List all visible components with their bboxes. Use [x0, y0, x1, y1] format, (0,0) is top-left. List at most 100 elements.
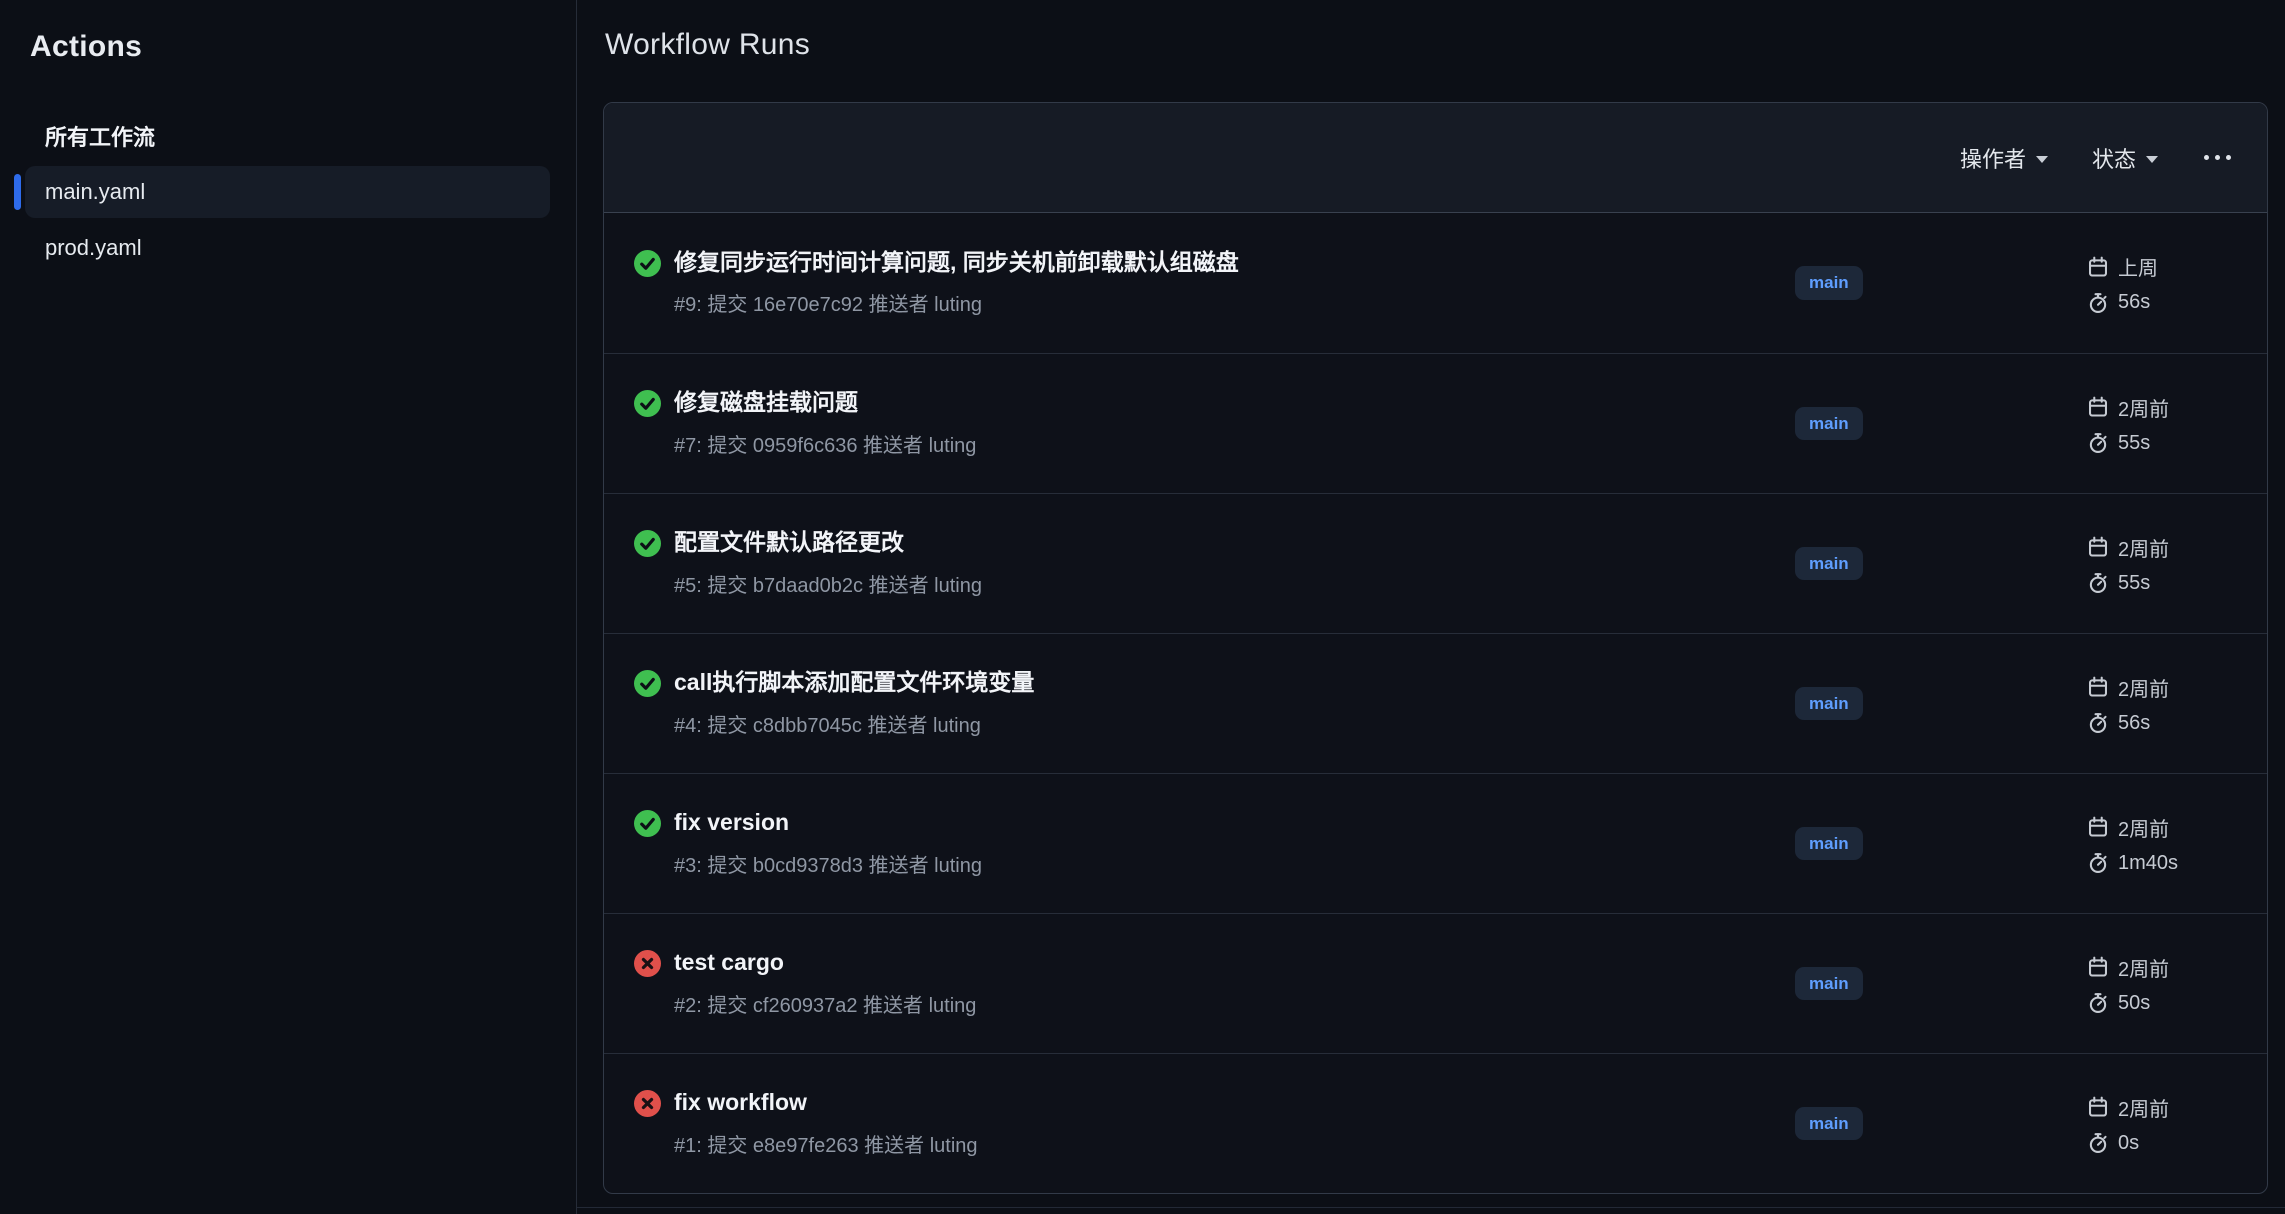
actor-filter-dropdown[interactable]: 操作者 — [1960, 142, 2048, 174]
run-duration: 55s — [2118, 572, 2150, 595]
sidebar-item-all-workflows[interactable]: 所有工作流 — [25, 110, 550, 162]
workflow-run-row[interactable]: fix version #3: 提交 b0cd9378d3 推送者 luting… — [604, 773, 2267, 913]
run-commit-info: #2: 提交 cf260937a2 推送者 luting — [674, 989, 976, 1018]
more-options-button[interactable] — [2202, 149, 2233, 166]
stopwatch-icon — [2087, 432, 2109, 454]
branch-badge[interactable]: main — [1795, 547, 1863, 580]
check-circle-icon — [634, 250, 661, 277]
stopwatch-icon — [2087, 1132, 2109, 1154]
run-date: 上周 — [2118, 252, 2158, 281]
chevron-down-icon — [2036, 156, 2048, 163]
status-filter-label: 状态 — [2092, 142, 2136, 174]
run-summary: fix version #3: 提交 b0cd9378d3 推送者 luting — [634, 809, 1795, 877]
run-meta: 2周前 50s — [2087, 953, 2237, 1015]
run-date: 2周前 — [2118, 673, 2169, 702]
x-circle-icon — [634, 950, 661, 977]
branch-badge[interactable]: main — [1795, 827, 1863, 860]
stopwatch-icon — [2087, 572, 2109, 594]
run-commit-info: #5: 提交 b7daad0b2c 推送者 luting — [674, 569, 982, 598]
run-title-link[interactable]: fix workflow — [674, 1089, 978, 1115]
run-meta: 2周前 55s — [2087, 533, 2237, 595]
run-summary: fix workflow #1: 提交 e8e97fe263 推送者 lutin… — [634, 1089, 1795, 1157]
run-commit-info: #1: 提交 e8e97fe263 推送者 luting — [674, 1129, 978, 1158]
check-circle-icon — [634, 390, 661, 417]
calendar-icon — [2087, 956, 2109, 978]
workflow-run-row[interactable]: 修复磁盘挂载问题 #7: 提交 0959f6c636 推送者 luting ma… — [604, 353, 2267, 493]
run-summary: test cargo #2: 提交 cf260937a2 推送者 luting — [634, 949, 1795, 1017]
run-summary: 修复磁盘挂载问题 #7: 提交 0959f6c636 推送者 luting — [634, 389, 1795, 457]
run-commit-info: #4: 提交 c8dbb7045c 推送者 luting — [674, 709, 1034, 738]
run-commit-info: #3: 提交 b0cd9378d3 推送者 luting — [674, 849, 982, 878]
sidebar-item-prod-yaml[interactable]: prod.yaml — [25, 222, 550, 274]
footer-divider — [577, 1207, 2285, 1208]
check-circle-icon — [634, 670, 661, 697]
run-meta: 2周前 55s — [2087, 393, 2237, 455]
page-title: Workflow Runs — [605, 28, 2268, 62]
run-duration: 56s — [2118, 291, 2150, 314]
branch-badge[interactable]: main — [1795, 407, 1863, 440]
stopwatch-icon — [2087, 292, 2109, 314]
run-duration: 1m40s — [2118, 852, 2178, 875]
run-date: 2周前 — [2118, 813, 2169, 842]
run-date: 2周前 — [2118, 1093, 2169, 1122]
run-title-link[interactable]: fix version — [674, 809, 982, 835]
workflow-run-row[interactable]: fix workflow #1: 提交 e8e97fe263 推送者 lutin… — [604, 1053, 2267, 1193]
run-title-link[interactable]: 配置文件默认路径更改 — [674, 529, 982, 555]
calendar-icon — [2087, 1096, 2109, 1118]
sidebar-item-label: 所有工作流 — [45, 120, 155, 152]
branch-badge[interactable]: main — [1795, 1107, 1863, 1140]
check-circle-icon — [634, 530, 661, 557]
run-summary: 配置文件默认路径更改 #5: 提交 b7daad0b2c 推送者 luting — [634, 529, 1795, 597]
run-meta: 上周 56s — [2087, 252, 2237, 314]
chevron-down-icon — [2146, 156, 2158, 163]
sidebar-item-label: prod.yaml — [45, 235, 142, 261]
run-date: 2周前 — [2118, 533, 2169, 562]
run-date: 2周前 — [2118, 393, 2169, 422]
run-list: 修复同步运行时间计算问题, 同步关机前卸载默认组磁盘 #9: 提交 16e70e… — [604, 213, 2267, 1193]
calendar-icon — [2087, 816, 2109, 838]
check-circle-icon — [634, 810, 661, 837]
run-date: 2周前 — [2118, 953, 2169, 982]
ellipsis-icon — [2204, 155, 2209, 160]
run-duration: 50s — [2118, 992, 2150, 1015]
calendar-icon — [2087, 536, 2109, 558]
status-filter-dropdown[interactable]: 状态 — [2092, 142, 2158, 174]
runs-panel: 操作者 状态 修复同步运行时间计算问题, 同步关机前卸载默认组磁 — [603, 102, 2268, 1194]
run-meta: 2周前 1m40s — [2087, 813, 2237, 875]
run-duration: 56s — [2118, 712, 2150, 735]
run-duration: 55s — [2118, 432, 2150, 455]
run-title-link[interactable]: test cargo — [674, 949, 976, 975]
run-title-link[interactable]: call执行脚本添加配置文件环境变量 — [674, 669, 1034, 695]
branch-badge[interactable]: main — [1795, 266, 1863, 299]
actor-filter-label: 操作者 — [1960, 142, 2026, 174]
calendar-icon — [2087, 396, 2109, 418]
actions-sidebar: Actions 所有工作流 main.yaml prod.yaml — [0, 0, 577, 1214]
stopwatch-icon — [2087, 852, 2109, 874]
sidebar-item-label: main.yaml — [45, 179, 145, 205]
branch-badge[interactable]: main — [1795, 687, 1863, 720]
active-indicator-bar — [14, 174, 21, 210]
workflow-list: 所有工作流 main.yaml prod.yaml — [14, 110, 550, 278]
workflow-run-row[interactable]: test cargo #2: 提交 cf260937a2 推送者 luting … — [604, 913, 2267, 1053]
run-summary: call执行脚本添加配置文件环境变量 #4: 提交 c8dbb7045c 推送者… — [634, 669, 1795, 737]
run-title-link[interactable]: 修复同步运行时间计算问题, 同步关机前卸载默认组磁盘 — [674, 249, 1239, 275]
run-commit-info: #7: 提交 0959f6c636 推送者 luting — [674, 429, 976, 458]
stopwatch-icon — [2087, 712, 2109, 734]
workflow-run-row[interactable]: 配置文件默认路径更改 #5: 提交 b7daad0b2c 推送者 luting … — [604, 493, 2267, 633]
run-commit-info: #9: 提交 16e70e7c92 推送者 luting — [674, 288, 1239, 317]
workflow-runs-main: Workflow Runs 操作者 状态 — [577, 0, 2285, 1214]
calendar-icon — [2087, 676, 2109, 698]
branch-badge[interactable]: main — [1795, 967, 1863, 1000]
stopwatch-icon — [2087, 992, 2109, 1014]
workflow-run-row[interactable]: call执行脚本添加配置文件环境变量 #4: 提交 c8dbb7045c 推送者… — [604, 633, 2267, 773]
x-circle-icon — [634, 1090, 661, 1117]
sidebar-title: Actions — [30, 30, 550, 64]
run-summary: 修复同步运行时间计算问题, 同步关机前卸载默认组磁盘 #9: 提交 16e70e… — [634, 249, 1795, 317]
run-duration: 0s — [2118, 1132, 2139, 1155]
run-meta: 2周前 0s — [2087, 1093, 2237, 1155]
workflow-run-row[interactable]: 修复同步运行时间计算问题, 同步关机前卸载默认组磁盘 #9: 提交 16e70e… — [604, 213, 2267, 353]
run-title-link[interactable]: 修复磁盘挂载问题 — [674, 389, 976, 415]
run-meta: 2周前 56s — [2087, 673, 2237, 735]
sidebar-item-main-yaml[interactable]: main.yaml — [25, 166, 550, 218]
runs-toolbar: 操作者 状态 — [604, 103, 2267, 213]
